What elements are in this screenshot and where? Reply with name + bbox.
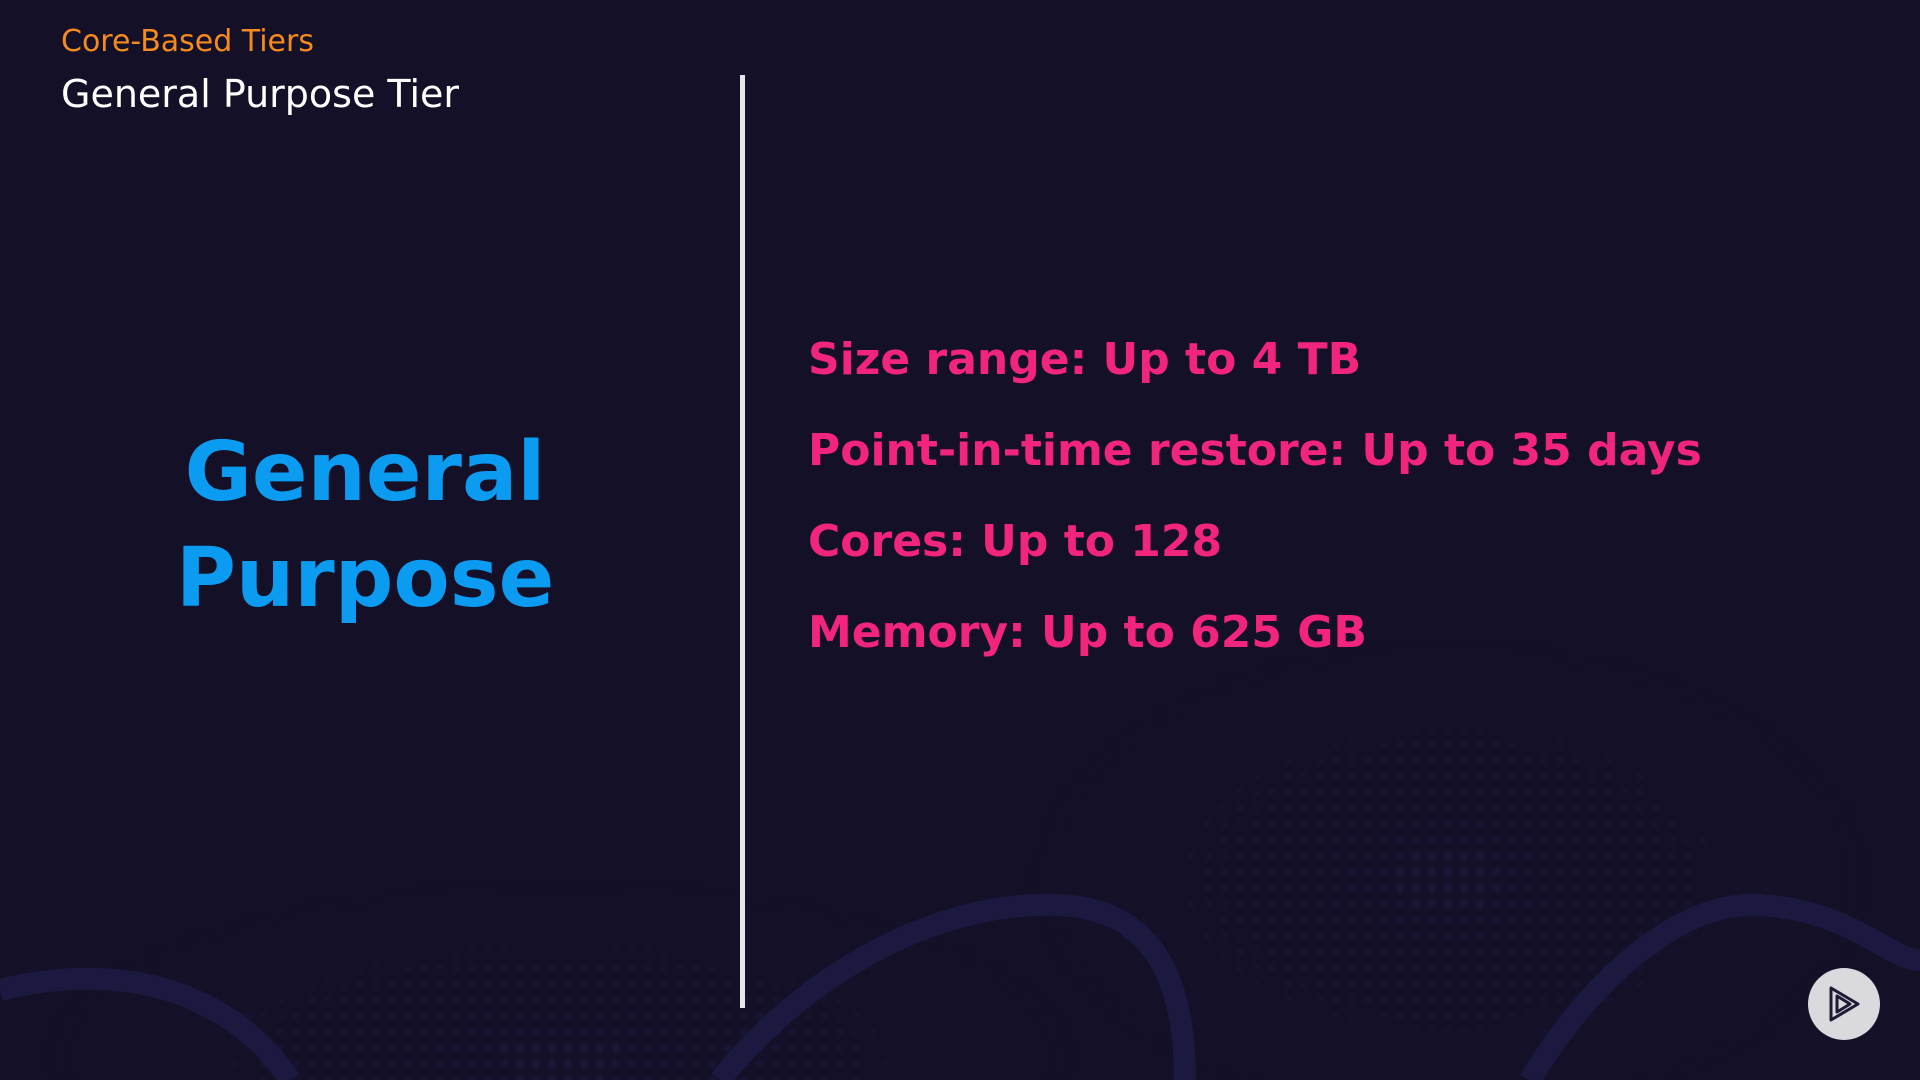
vertical-divider — [740, 75, 745, 1008]
fact-cores: Cores: Up to 128 — [808, 516, 1223, 567]
fact-memory: Memory: Up to 625 GB — [808, 607, 1367, 658]
slide-title: General Purpose Tier — [61, 72, 460, 116]
tier-heading-line-1: General — [184, 425, 546, 520]
slide: Core-Based Tiers General Purpose Tier Ge… — [0, 0, 1920, 1080]
play-button[interactable] — [1808, 968, 1880, 1040]
tier-heading: General Purpose — [160, 420, 570, 632]
facts-list: Size range: Up to 4 TB Point-in-time res… — [808, 330, 1858, 694]
play-icon — [1829, 986, 1860, 1022]
section-label: Core-Based Tiers — [61, 24, 314, 59]
fact-size-range: Size range: Up to 4 TB — [808, 334, 1362, 385]
tier-heading-line-2: Purpose — [175, 531, 555, 626]
fact-point-in-time-restore: Point-in-time restore: Up to 35 days — [808, 425, 1702, 476]
